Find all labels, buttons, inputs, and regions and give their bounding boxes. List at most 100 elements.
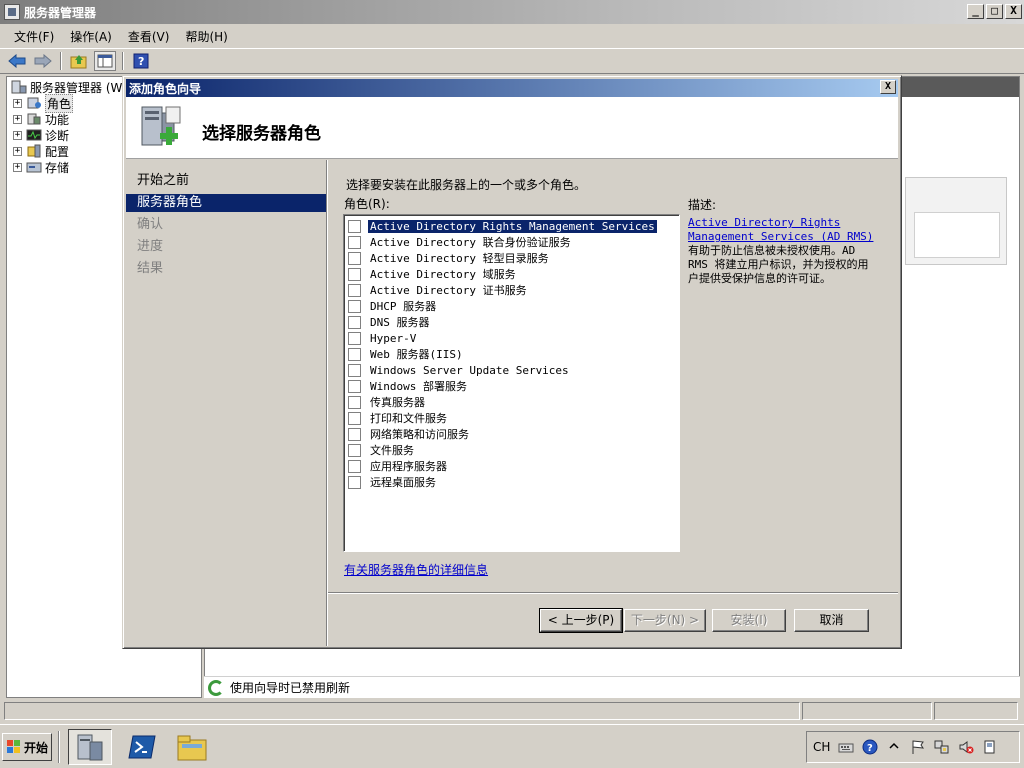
role-row[interactable]: Windows 部署服务 (348, 378, 676, 394)
show-hide-console-tree-button[interactable] (94, 51, 116, 71)
tree-item-roles[interactable]: + 角色 (13, 93, 74, 113)
role-checkbox[interactable] (348, 219, 361, 233)
expand-icon[interactable]: + (13, 146, 22, 156)
configuration-icon (27, 144, 41, 158)
show-hidden-icons-icon[interactable] (886, 739, 902, 755)
refresh-status-text: 使用向导时已禁用刷新 (230, 681, 351, 695)
role-row[interactable]: Active Directory Rights Management Servi… (348, 218, 676, 234)
expand-icon[interactable]: + (13, 162, 22, 172)
more-about-server-roles-link[interactable]: 有关服务器角色的详细信息 (344, 561, 488, 578)
tree-item-diagnostics[interactable]: + 诊断 (13, 127, 69, 143)
role-label: DNS 服务器 (370, 316, 430, 329)
role-row[interactable]: 传真服务器 (348, 394, 676, 410)
role-row[interactable]: Active Directory 联合身份验证服务 (348, 234, 676, 250)
role-row[interactable]: 文件服务 (348, 442, 676, 458)
menu-action[interactable]: 操作(A) (62, 28, 120, 45)
role-checkbox[interactable] (348, 363, 361, 377)
main-window-title: 服务器管理器 (24, 5, 97, 20)
role-checkbox[interactable] (348, 331, 361, 345)
input-language-indicator[interactable]: CH (813, 740, 830, 754)
role-row[interactable]: 应用程序服务器 (348, 458, 676, 474)
action-center-flag-icon[interactable] (910, 739, 926, 755)
help-button[interactable]: ? (130, 51, 152, 71)
role-checkbox[interactable] (348, 283, 361, 297)
tree-item-storage[interactable]: + 存储 (13, 159, 69, 175)
role-checkbox[interactable] (348, 347, 361, 361)
power-plug-icon[interactable] (982, 739, 998, 755)
start-label: 开始 (24, 740, 49, 755)
role-row[interactable]: Active Directory 域服务 (348, 266, 676, 282)
role-checkbox[interactable] (348, 475, 361, 489)
main-window-titlebar[interactable]: 服务器管理器 _ □ X (0, 0, 1024, 24)
maximize-button[interactable]: □ (986, 4, 1003, 19)
wizard-content: 选择要安装在此服务器上的一个或多个角色。 角色(R): Active Direc… (328, 160, 898, 592)
tree-root-label: 服务器管理器 (W (30, 80, 123, 95)
expand-icon[interactable]: + (13, 114, 22, 124)
role-row[interactable]: 网络策略和访问服务 (348, 426, 676, 442)
role-row[interactable]: 打印和文件服务 (348, 410, 676, 426)
minimize-button[interactable]: _ (967, 4, 984, 19)
taskbar-explorer-button[interactable] (170, 729, 214, 765)
server-manager-icon (11, 80, 27, 94)
tree-item-label: 诊断 (45, 128, 70, 143)
up-folder-button[interactable] (68, 51, 90, 71)
forward-arrow-button[interactable] (32, 51, 54, 71)
menu-help[interactable]: 帮助(H) (177, 28, 235, 45)
network-icon[interactable] (934, 739, 950, 755)
role-checkbox[interactable] (348, 315, 361, 329)
role-checkbox[interactable] (348, 427, 361, 441)
tree-item-features[interactable]: + 功能 (13, 111, 69, 127)
back-arrow-button[interactable] (6, 51, 28, 71)
folder-icon (177, 735, 207, 761)
role-row[interactable]: Web 服务器(IIS) (348, 346, 676, 362)
roles-list[interactable]: Active Directory Rights Management Servi… (343, 214, 680, 552)
role-checkbox[interactable] (348, 267, 361, 281)
role-checkbox[interactable] (348, 379, 361, 393)
role-checkbox[interactable] (348, 299, 361, 313)
close-button[interactable]: X (1005, 4, 1022, 19)
role-description: Active Directory Rights Management Servi… (688, 216, 878, 286)
wizard-titlebar[interactable]: 添加角色向导 X (126, 79, 898, 97)
role-row[interactable]: DHCP 服务器 (348, 298, 676, 314)
role-label: 传真服务器 (370, 396, 425, 409)
help-circle-icon[interactable]: ? (862, 739, 878, 755)
menu-file[interactable]: 文件(F) (6, 28, 62, 45)
details-section (905, 177, 1007, 265)
wizard-step-confirmation: 确认 (137, 217, 164, 232)
install-button: 安装(I) (712, 609, 786, 632)
console-tree-icon (97, 54, 113, 68)
keyboard-icon[interactable] (838, 739, 854, 755)
role-row[interactable]: Windows Server Update Services (348, 362, 676, 378)
status-bar (0, 700, 1024, 722)
role-checkbox[interactable] (348, 251, 361, 265)
role-row[interactable]: DNS 服务器 (348, 314, 676, 330)
cancel-button[interactable]: 取消 (794, 609, 869, 632)
role-label: Active Directory 轻型目录服务 (370, 252, 549, 265)
expand-icon[interactable]: + (13, 130, 22, 140)
toolbar: ? (0, 48, 1024, 74)
wizard-button-divider (328, 592, 898, 594)
wizard-step-before-you-begin[interactable]: 开始之前 (126, 172, 326, 190)
role-row[interactable]: Hyper-V (348, 330, 676, 346)
role-checkbox[interactable] (348, 443, 361, 457)
role-row[interactable]: Active Directory 证书服务 (348, 282, 676, 298)
role-checkbox[interactable] (348, 459, 361, 473)
start-button[interactable]: 开始 (2, 733, 52, 761)
taskbar-server-manager-button[interactable] (68, 729, 112, 765)
back-button[interactable]: < 上一步(P) (539, 608, 623, 633)
role-label: Active Directory 域服务 (370, 268, 516, 281)
menu-view[interactable]: 查看(V) (120, 28, 178, 45)
role-checkbox[interactable] (348, 235, 361, 249)
role-description-link[interactable]: Active Directory Rights Management Servi… (688, 216, 873, 243)
volume-muted-icon[interactable] (958, 739, 974, 755)
toolbar-separator (60, 52, 62, 70)
role-checkbox[interactable] (348, 411, 361, 425)
taskbar-powershell-button[interactable] (120, 729, 164, 765)
wizard-step-server-roles[interactable]: 服务器角色 (126, 194, 326, 212)
role-checkbox[interactable] (348, 395, 361, 409)
expand-icon[interactable]: + (13, 98, 22, 108)
wizard-close-button[interactable]: X (880, 80, 896, 94)
tree-item-configuration[interactable]: + 配置 (13, 143, 69, 159)
role-row[interactable]: 远程桌面服务 (348, 474, 676, 490)
role-row[interactable]: Active Directory 轻型目录服务 (348, 250, 676, 266)
